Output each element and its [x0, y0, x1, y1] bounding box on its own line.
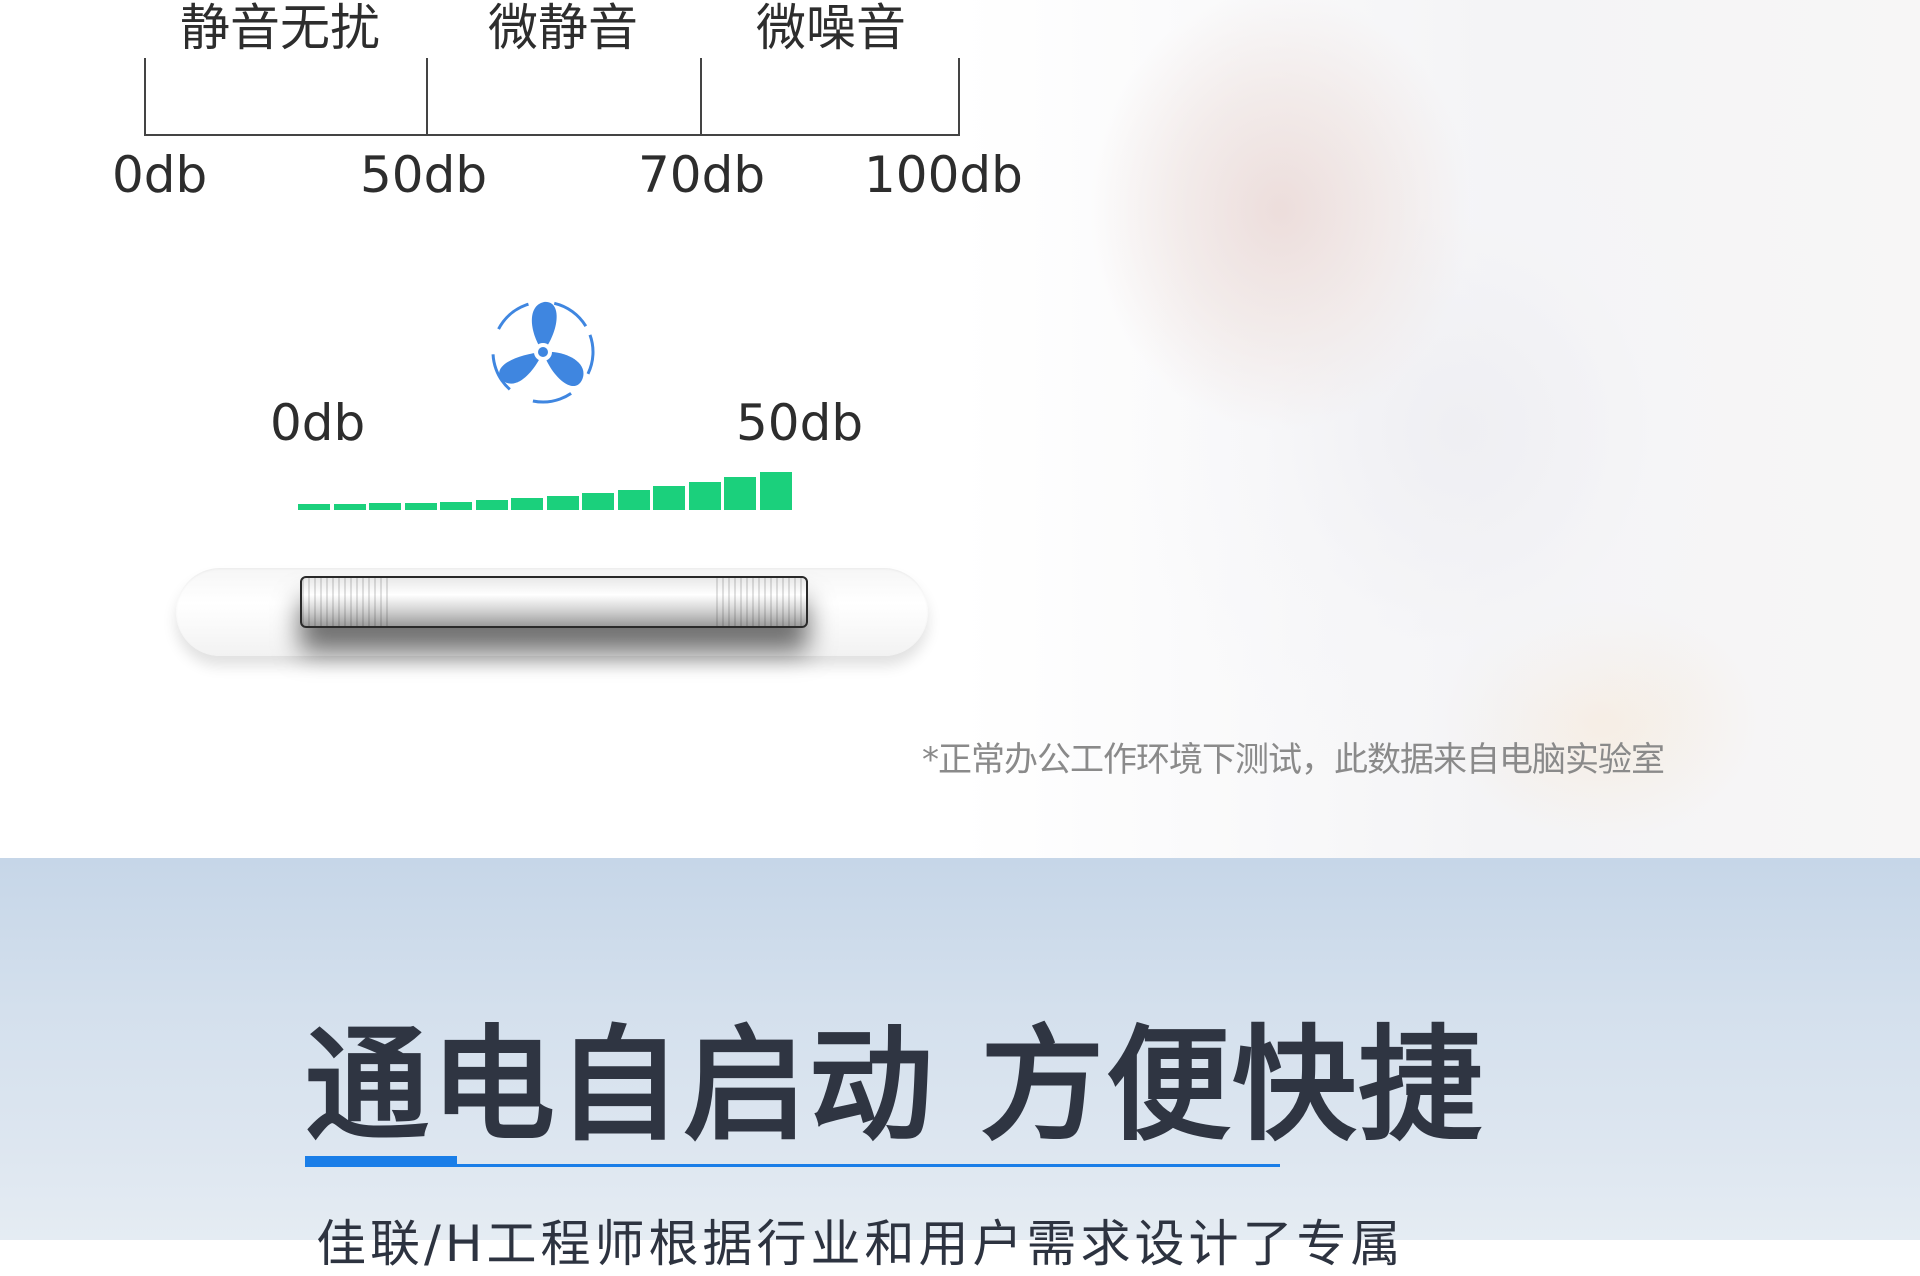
- level-bar: [724, 477, 756, 510]
- tick-label-50db: 50db: [360, 146, 488, 204]
- slider-knob[interactable]: [300, 576, 808, 628]
- level-bar: [546, 495, 579, 510]
- noise-scale-bracket: [144, 58, 960, 136]
- auto-start-section: 通电自启动 方便快捷 佳联/H工程师根据行业和用户需求设计了专属: [0, 858, 1920, 1273]
- level-bar: [617, 489, 650, 510]
- section-body-text: 佳联/H工程师根据行业和用户需求设计了专属: [316, 1215, 1405, 1273]
- level-bar: [511, 498, 543, 510]
- level-bar: [369, 503, 401, 510]
- headline-underline-accent: [305, 1156, 457, 1167]
- test-footnote: *正常办公工作环境下测试，此数据来自电脑实验室: [922, 740, 1665, 780]
- zone-label-silent: 静音无扰: [180, 0, 380, 57]
- sleeping-baby-image: [1040, 0, 1920, 858]
- fan-icon: [491, 300, 595, 404]
- section-headline: 通电自启动 方便快捷: [305, 1014, 1485, 1158]
- tick-label-70db: 70db: [638, 146, 766, 204]
- zone-label-micro-silent: 微静音: [488, 0, 638, 57]
- level-bar: [688, 481, 721, 510]
- level-bar: [298, 504, 330, 510]
- zone-label-micro-noise: 微噪音: [756, 0, 906, 57]
- range-min-label: 0db: [270, 394, 366, 452]
- noise-level-bars: [298, 466, 798, 510]
- level-bar: [404, 502, 437, 510]
- tick-label-0db: 0db: [112, 146, 208, 204]
- level-bar: [333, 503, 366, 510]
- level-bar: [440, 501, 472, 510]
- level-bar: [475, 500, 508, 510]
- level-bar: [759, 472, 792, 510]
- noise-section: 静音无扰 微静音 微噪音 0db 50db 70db 100db 0db 50d…: [0, 0, 1920, 858]
- level-bar: [582, 493, 614, 510]
- tick-label-100db: 100db: [864, 146, 1023, 204]
- range-max-label: 50db: [736, 394, 864, 452]
- level-bar: [653, 486, 685, 510]
